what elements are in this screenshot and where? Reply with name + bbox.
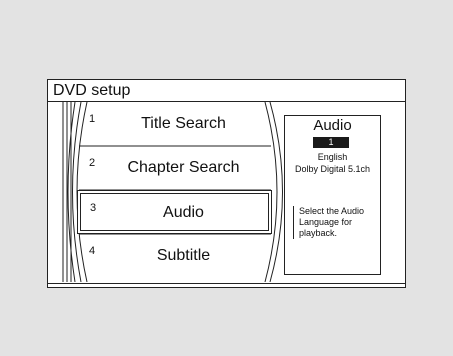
menu-item-title-search[interactable]: 1 Title Search bbox=[77, 102, 272, 146]
title-bar: DVD setup bbox=[48, 80, 405, 102]
audio-info-panel: Audio 1 English Dolby Digital 5.1ch Sele… bbox=[284, 115, 381, 275]
menu-item-chapter-search[interactable]: 2 Chapter Search bbox=[77, 146, 272, 190]
menu-item-label: Subtitle bbox=[156, 247, 211, 264]
dvd-setup-screen: DVD setup 1 Title Search 2 Chapter Searc… bbox=[47, 79, 406, 288]
bottom-divider bbox=[48, 283, 405, 284]
help-text: Select the Audio Language for playback. bbox=[293, 206, 383, 239]
page: DVD setup 1 Title Search 2 Chapter Searc… bbox=[0, 0, 453, 356]
menu-item-subtitle[interactable]: 4 Subtitle bbox=[77, 234, 272, 278]
info-title: Audio bbox=[313, 117, 352, 134]
audio-language: English bbox=[317, 152, 348, 162]
menu-item-label: Title Search bbox=[141, 115, 226, 132]
menu-item-label: Chapter Search bbox=[127, 159, 240, 176]
menu-item-audio[interactable]: 3 Audio bbox=[77, 190, 272, 234]
audio-track-badge: 1 bbox=[313, 137, 349, 148]
audio-format: Dolby Digital 5.1ch bbox=[294, 164, 371, 174]
menu-area: 1 Title Search 2 Chapter Search 3 Audio … bbox=[61, 102, 283, 282]
menu-item-label: Audio bbox=[163, 204, 204, 221]
